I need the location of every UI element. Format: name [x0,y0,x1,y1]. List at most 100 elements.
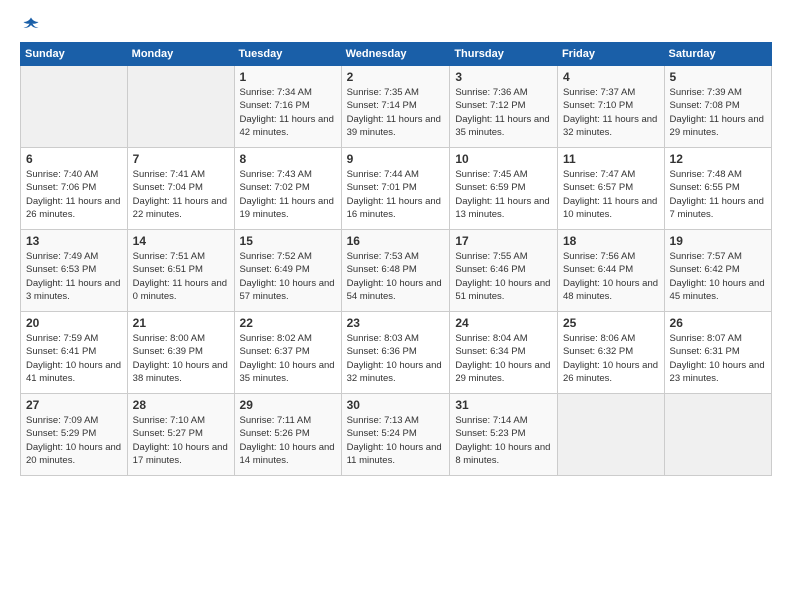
calendar-cell: 26 Sunrise: 8:07 AM Sunset: 6:31 PM Dayli… [664,312,771,394]
logo [20,16,40,34]
day-number: 12 [670,152,766,166]
day-header-thursday: Thursday [450,43,558,66]
day-info: Sunrise: 7:59 AM Sunset: 6:41 PM Dayligh… [26,332,122,385]
day-number: 8 [240,152,336,166]
day-number: 28 [133,398,229,412]
calendar-cell: 23 Sunrise: 8:03 AM Sunset: 6:36 PM Dayli… [341,312,450,394]
day-number: 5 [670,70,766,84]
day-info: Sunrise: 7:51 AM Sunset: 6:51 PM Dayligh… [133,250,229,303]
calendar-cell: 5 Sunrise: 7:39 AM Sunset: 7:08 PM Daylig… [664,66,771,148]
day-info: Sunrise: 8:07 AM Sunset: 6:31 PM Dayligh… [670,332,766,385]
day-number: 3 [455,70,552,84]
logo-bird-icon [22,16,40,34]
calendar-cell: 22Sunrise: 8:02 AM Sunset: 6:37 PM Dayli… [234,312,341,394]
day-info: Sunrise: 7:45 AM Sunset: 6:59 PM Dayligh… [455,168,552,221]
calendar-week-row: 13 Sunrise: 7:49 AM Sunset: 6:53 PM Dayli… [21,230,772,312]
day-info: Sunrise: 7:48 AM Sunset: 6:55 PM Dayligh… [670,168,766,221]
calendar-cell: 28 Sunrise: 7:10 AM Sunset: 5:27 PM Dayli… [127,394,234,476]
calendar-cell: 16Sunrise: 7:53 AM Sunset: 6:48 PM Dayli… [341,230,450,312]
calendar-header-row: SundayMondayTuesdayWednesdayThursdayFrid… [21,43,772,66]
day-header-monday: Monday [127,43,234,66]
day-number: 24 [455,316,552,330]
day-info: Sunrise: 7:36 AM Sunset: 7:12 PM Dayligh… [455,86,552,139]
calendar-cell [21,66,128,148]
day-info: Sunrise: 7:37 AM Sunset: 7:10 PM Dayligh… [563,86,659,139]
day-info: Sunrise: 8:00 AM Sunset: 6:39 PM Dayligh… [133,332,229,385]
calendar-cell: 10 Sunrise: 7:45 AM Sunset: 6:59 PM Dayli… [450,148,558,230]
day-number: 1 [240,70,336,84]
calendar-cell: 8 Sunrise: 7:43 AM Sunset: 7:02 PM Daylig… [234,148,341,230]
calendar-cell: 11 Sunrise: 7:47 AM Sunset: 6:57 PM Dayli… [557,148,664,230]
calendar-cell [557,394,664,476]
day-header-sunday: Sunday [21,43,128,66]
day-info: Sunrise: 7:09 AM Sunset: 5:29 PM Dayligh… [26,414,122,467]
calendar-cell: 14 Sunrise: 7:51 AM Sunset: 6:51 PM Dayli… [127,230,234,312]
day-info: Sunrise: 7:43 AM Sunset: 7:02 PM Dayligh… [240,168,336,221]
day-info: Sunrise: 7:14 AM Sunset: 5:23 PM Dayligh… [455,414,552,467]
day-number: 17 [455,234,552,248]
day-number: 13 [26,234,122,248]
day-number: 11 [563,152,659,166]
header [20,16,772,34]
calendar-week-row: 20Sunrise: 7:59 AM Sunset: 6:41 PM Dayli… [21,312,772,394]
day-number: 26 [670,316,766,330]
calendar-cell: 13 Sunrise: 7:49 AM Sunset: 6:53 PM Dayli… [21,230,128,312]
calendar-cell: 25 Sunrise: 8:06 AM Sunset: 6:32 PM Dayli… [557,312,664,394]
day-info: Sunrise: 7:55 AM Sunset: 6:46 PM Dayligh… [455,250,552,303]
day-info: Sunrise: 8:04 AM Sunset: 6:34 PM Dayligh… [455,332,552,385]
calendar-cell: 20Sunrise: 7:59 AM Sunset: 6:41 PM Dayli… [21,312,128,394]
page: SundayMondayTuesdayWednesdayThursdayFrid… [0,0,792,486]
calendar-cell: 18 Sunrise: 7:56 AM Sunset: 6:44 PM Dayli… [557,230,664,312]
day-number: 15 [240,234,336,248]
calendar-table: SundayMondayTuesdayWednesdayThursdayFrid… [20,42,772,476]
day-number: 4 [563,70,659,84]
day-info: Sunrise: 8:06 AM Sunset: 6:32 PM Dayligh… [563,332,659,385]
calendar-cell [664,394,771,476]
day-number: 10 [455,152,552,166]
day-header-friday: Friday [557,43,664,66]
calendar-cell: 4 Sunrise: 7:37 AM Sunset: 7:10 PM Daylig… [557,66,664,148]
day-number: 6 [26,152,122,166]
day-number: 7 [133,152,229,166]
day-info: Sunrise: 7:13 AM Sunset: 5:24 PM Dayligh… [347,414,445,467]
calendar-cell: 15 Sunrise: 7:52 AM Sunset: 6:49 PM Dayli… [234,230,341,312]
day-number: 21 [133,316,229,330]
day-number: 19 [670,234,766,248]
day-info: Sunrise: 7:10 AM Sunset: 5:27 PM Dayligh… [133,414,229,467]
day-info: Sunrise: 7:49 AM Sunset: 6:53 PM Dayligh… [26,250,122,303]
day-info: Sunrise: 7:40 AM Sunset: 7:06 PM Dayligh… [26,168,122,221]
day-header-wednesday: Wednesday [341,43,450,66]
calendar-week-row: 27Sunrise: 7:09 AM Sunset: 5:29 PM Dayli… [21,394,772,476]
calendar-cell: 30Sunrise: 7:13 AM Sunset: 5:24 PM Dayli… [341,394,450,476]
day-info: Sunrise: 8:03 AM Sunset: 6:36 PM Dayligh… [347,332,445,385]
day-number: 14 [133,234,229,248]
calendar-cell: 21 Sunrise: 8:00 AM Sunset: 6:39 PM Dayli… [127,312,234,394]
calendar-cell: 29Sunrise: 7:11 AM Sunset: 5:26 PM Dayli… [234,394,341,476]
calendar-cell: 12 Sunrise: 7:48 AM Sunset: 6:55 PM Dayli… [664,148,771,230]
day-header-saturday: Saturday [664,43,771,66]
day-info: Sunrise: 7:57 AM Sunset: 6:42 PM Dayligh… [670,250,766,303]
day-header-tuesday: Tuesday [234,43,341,66]
day-info: Sunrise: 7:52 AM Sunset: 6:49 PM Dayligh… [240,250,336,303]
day-number: 18 [563,234,659,248]
calendar-cell: 7 Sunrise: 7:41 AM Sunset: 7:04 PM Daylig… [127,148,234,230]
calendar-week-row: 1 Sunrise: 7:34 AM Sunset: 7:16 PM Daylig… [21,66,772,148]
day-info: Sunrise: 7:47 AM Sunset: 6:57 PM Dayligh… [563,168,659,221]
day-info: Sunrise: 7:34 AM Sunset: 7:16 PM Dayligh… [240,86,336,139]
day-info: Sunrise: 7:44 AM Sunset: 7:01 PM Dayligh… [347,168,445,221]
day-number: 25 [563,316,659,330]
calendar-week-row: 6 Sunrise: 7:40 AM Sunset: 7:06 PM Daylig… [21,148,772,230]
calendar-cell: 24 Sunrise: 8:04 AM Sunset: 6:34 PM Dayli… [450,312,558,394]
day-info: Sunrise: 8:02 AM Sunset: 6:37 PM Dayligh… [240,332,336,385]
day-number: 9 [347,152,445,166]
calendar-cell: 9 Sunrise: 7:44 AM Sunset: 7:01 PM Daylig… [341,148,450,230]
day-info: Sunrise: 7:41 AM Sunset: 7:04 PM Dayligh… [133,168,229,221]
day-number: 23 [347,316,445,330]
day-number: 2 [347,70,445,84]
day-number: 16 [347,234,445,248]
day-info: Sunrise: 7:39 AM Sunset: 7:08 PM Dayligh… [670,86,766,139]
day-info: Sunrise: 7:35 AM Sunset: 7:14 PM Dayligh… [347,86,445,139]
calendar-cell: 27Sunrise: 7:09 AM Sunset: 5:29 PM Dayli… [21,394,128,476]
calendar-cell: 19 Sunrise: 7:57 AM Sunset: 6:42 PM Dayli… [664,230,771,312]
day-info: Sunrise: 7:56 AM Sunset: 6:44 PM Dayligh… [563,250,659,303]
